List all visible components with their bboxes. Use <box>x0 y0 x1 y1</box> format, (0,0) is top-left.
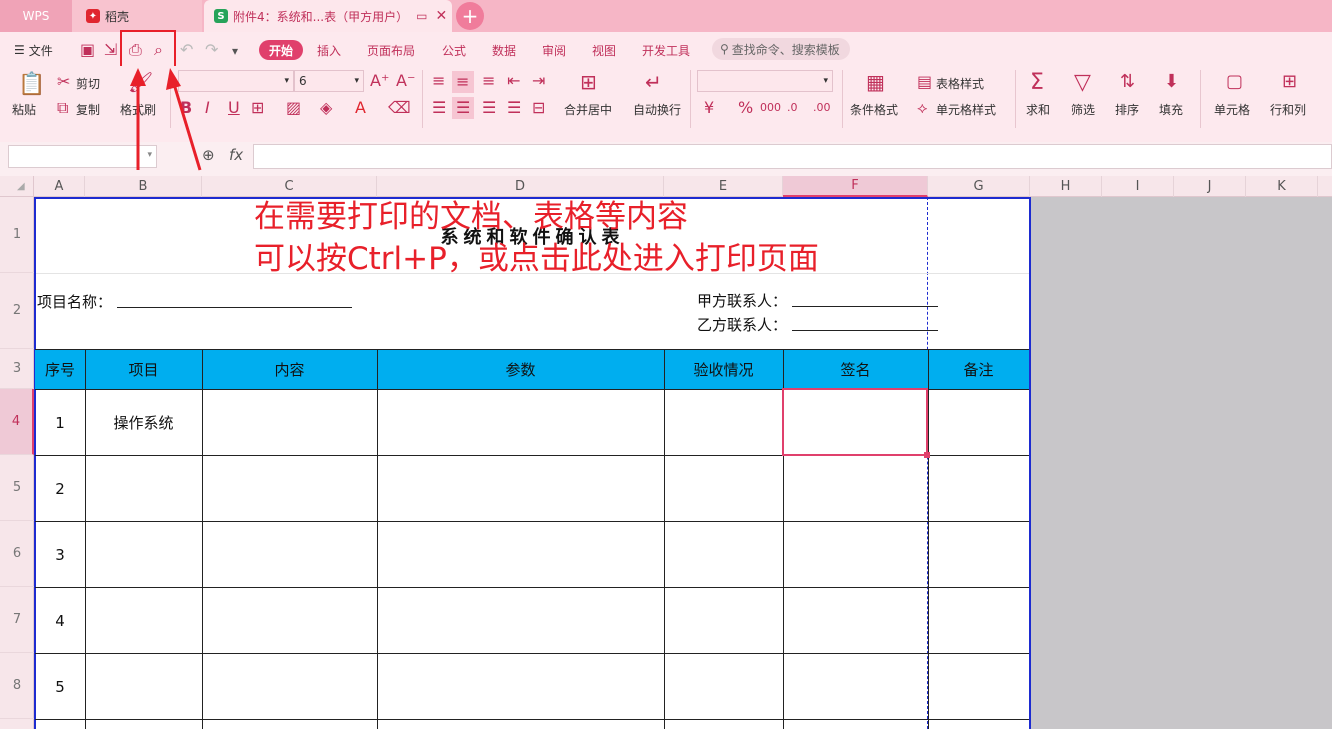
arrow-to-preview-head <box>166 68 181 90</box>
arrow-to-print-head <box>130 68 146 86</box>
annotation-arrows <box>130 68 202 171</box>
arrow-to-preview-line <box>172 83 202 171</box>
